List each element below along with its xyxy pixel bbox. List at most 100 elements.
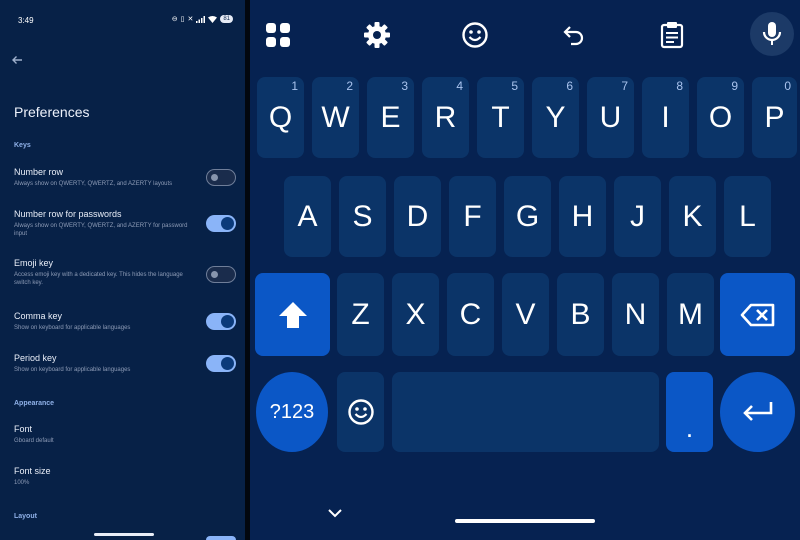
backspace-key[interactable] [720, 273, 795, 356]
key-label: I [661, 100, 670, 134]
section-appearance-heading: Appearance [14, 400, 55, 407]
key-label: Q [268, 100, 293, 134]
number-row-toggle[interactable] [206, 169, 236, 186]
apps-grid-icon[interactable] [261, 18, 295, 52]
key-q[interactable]: 1 Q [257, 77, 304, 158]
toggle-knob [221, 357, 234, 370]
key-u[interactable]: 7 U [587, 77, 634, 158]
key-label: T [491, 100, 510, 134]
home-indicator[interactable] [455, 519, 595, 523]
number-row-passwords-title: Number row for passwords [14, 209, 122, 219]
key-hint: 6 [566, 79, 573, 93]
status-icons: ⊖ ▯ ✕ 81 [172, 15, 233, 23]
font-title: Font [14, 424, 33, 434]
font-size-title: Font size [14, 466, 51, 476]
microphone-icon[interactable] [750, 12, 794, 56]
key-hint: 2 [346, 79, 353, 93]
key-j[interactable]: J [614, 176, 661, 257]
enter-key[interactable] [720, 372, 795, 452]
chevron-down-icon[interactable] [325, 505, 345, 521]
font-size-setting[interactable]: Font size 100% [14, 466, 239, 487]
font-subtitle: Gboard default [14, 438, 54, 444]
number-row-passwords-toggle[interactable] [206, 215, 236, 232]
key-hint: 3 [401, 79, 408, 93]
signal-icon [196, 15, 206, 23]
mute-icon: ✕ [187, 16, 194, 23]
key-label: P [764, 100, 785, 134]
key-hint: 7 [621, 79, 628, 93]
undo-icon[interactable] [557, 18, 591, 52]
font-setting[interactable]: Font Gboard default [14, 424, 239, 445]
key-b[interactable]: B [557, 273, 604, 356]
key-hint: 0 [784, 79, 791, 93]
key-k[interactable]: K [669, 176, 716, 257]
keyboard: 1 Q 2 W 3 E 4 R 5 T 6 Y 7 U 8 I 9 O 0 P … [250, 0, 800, 540]
key-z[interactable]: Z [337, 273, 384, 356]
key-label: O [708, 100, 733, 134]
emoji-key-icon [347, 399, 374, 425]
key-t[interactable]: 5 T [477, 77, 524, 158]
key-hint: 5 [511, 79, 518, 93]
backspace-icon [740, 303, 774, 326]
shift-key[interactable] [255, 273, 330, 356]
key-hint: 4 [456, 79, 463, 93]
settings-panel: 3:49 ⊖ ▯ ✕ 81 Preferences Keys Number ro… [0, 0, 245, 540]
key-hint: 1 [291, 79, 298, 93]
key-s[interactable]: S [339, 176, 386, 257]
key-hint: 8 [676, 79, 683, 93]
key-n[interactable]: N [612, 273, 659, 356]
clipboard-icon[interactable] [655, 18, 689, 52]
symbols-key[interactable]: ?123 [256, 372, 328, 452]
settings-gear-icon[interactable] [360, 18, 394, 52]
battery-level: 81 [220, 15, 233, 23]
period-key-toggle[interactable] [206, 355, 236, 372]
key-c[interactable]: C [447, 273, 494, 356]
toggle-knob [211, 173, 218, 181]
key-w[interactable]: 2 W [312, 77, 359, 158]
toggle-knob [221, 315, 234, 328]
key-a[interactable]: A [284, 176, 331, 257]
key-f[interactable]: F [449, 176, 496, 257]
section-keys-heading: Keys [14, 142, 31, 149]
key-r[interactable]: 4 R [422, 77, 469, 158]
key-i[interactable]: 8 I [642, 77, 689, 158]
shift-arrow-icon [278, 301, 307, 328]
home-indicator[interactable] [94, 533, 154, 536]
enter-arrow-icon [742, 402, 772, 421]
key-label: R [434, 100, 457, 134]
key-o[interactable]: 9 O [697, 77, 744, 158]
font-size-subtitle: 100% [14, 480, 30, 486]
wifi-icon [208, 15, 218, 23]
key-h[interactable]: H [559, 176, 606, 257]
emoji-icon[interactable] [458, 18, 492, 52]
key-v[interactable]: V [502, 273, 549, 356]
comma-key-subtitle: Show on keyboard for applicable language… [14, 325, 131, 331]
key-p[interactable]: 0 P [752, 77, 797, 158]
status-time: 3:49 [18, 16, 34, 25]
key-label: W [321, 100, 350, 134]
key-label: E [380, 100, 401, 134]
page-title: Preferences [14, 104, 90, 120]
toggle-knob [221, 217, 234, 230]
emoji-key-subtitle: Access emoji key with a dedicated key. T… [14, 272, 183, 286]
key-l[interactable]: L [724, 176, 771, 257]
space-bar[interactable] [392, 372, 659, 452]
emoji-key[interactable] [337, 372, 384, 452]
back-arrow-icon[interactable] [9, 52, 25, 68]
layout-toggle[interactable] [206, 536, 236, 540]
vibrate-icon: ▯ [180, 16, 185, 23]
key-label: Y [545, 100, 566, 134]
number-row-subtitle: Always show on QWERTY, QWERTZ, and AZERT… [14, 181, 173, 187]
key-e[interactable]: 3 E [367, 77, 414, 158]
period-key-subtitle: Show on keyboard for applicable language… [14, 367, 131, 373]
comma-key-toggle[interactable] [206, 313, 236, 330]
toggle-knob [211, 270, 218, 278]
period-key[interactable]: . [666, 372, 713, 452]
key-label: U [599, 100, 622, 134]
key-y[interactable]: 6 Y [532, 77, 579, 158]
key-g[interactable]: G [504, 176, 551, 257]
emoji-key-toggle[interactable] [206, 266, 236, 283]
key-d[interactable]: D [394, 176, 441, 257]
key-m[interactable]: M [667, 273, 714, 356]
key-x[interactable]: X [392, 273, 439, 356]
